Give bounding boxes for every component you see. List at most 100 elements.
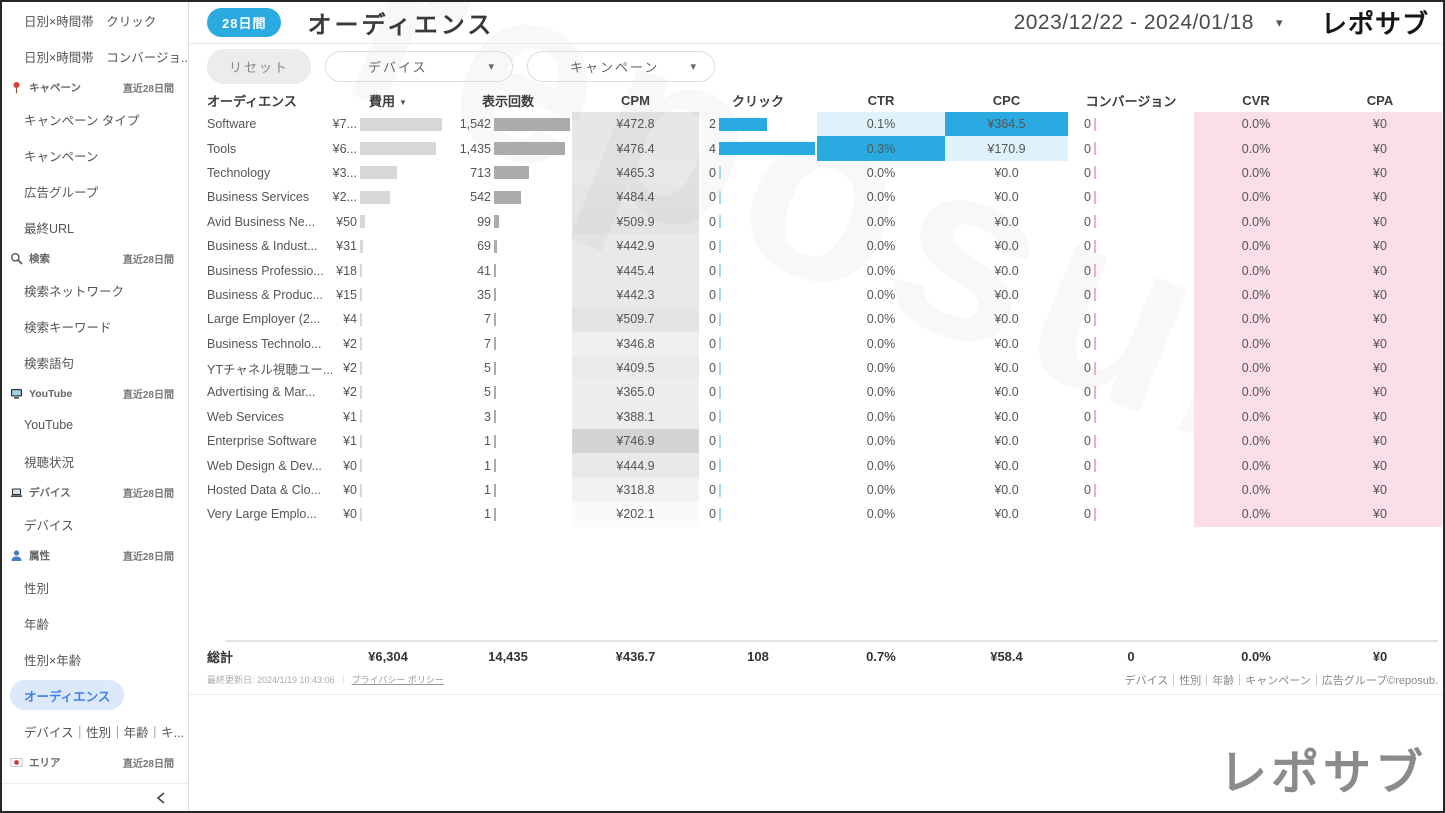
privacy-policy-link[interactable]: プライバシー ポリシー [352,673,444,686]
cpm-cell: ¥318.8 [572,478,699,502]
conversions-value: 0 [1068,385,1091,399]
totals-label: 総計 [207,642,332,672]
sidebar-item[interactable]: 検索語句 [2,344,188,380]
cost-bar [360,459,362,472]
conversions-cell: 0 [1068,332,1194,356]
sidebar-item[interactable]: 広告グループ [2,173,188,209]
column-header[interactable]: CTR [817,93,945,108]
impressions-value: 1,435 [444,142,491,156]
cpc-cell: ¥0.0 [945,478,1068,502]
sidebar-item[interactable]: キャンペーン [2,137,188,173]
reset-button[interactable]: リセット [207,49,311,84]
date-range-picker[interactable]: 2023/12/22 - 2024/01/18 ▾ [1014,11,1283,35]
column-header[interactable]: 費用▼ [332,91,444,110]
sidebar-section-laptop-icon: デバイス直近28日間 [2,479,188,506]
sidebar-section-period: 直近28日間 [123,548,174,563]
table-body: Software¥7...1,542¥472.820.1%¥364.500.0%… [207,112,1443,527]
campaign-filter-select[interactable]: キャンペーン ▾ [527,51,715,82]
impressions-value: 41 [444,264,491,278]
ctr-cell: 0.0% [817,185,945,209]
clicks-bar [719,459,721,472]
cpm-cell: ¥445.4 [572,258,699,282]
sidebar-item[interactable]: 最終URL [2,209,188,245]
cvr-cell: 0.0% [1194,502,1318,526]
sidebar-item[interactable]: 性別 [2,569,188,605]
cost-cell: ¥2 [332,356,444,380]
column-header[interactable]: CPC [945,93,1068,108]
cvr-cell: 0.0% [1194,283,1318,307]
person-icon [10,549,23,562]
clicks-bar [719,191,721,204]
conversions-bar [1094,240,1096,253]
table-footer: 最終更新日: 2024/1/19 10:43:06 ｜ プライバシー ポリシー … [189,672,1443,695]
column-header[interactable]: CPM [572,93,699,108]
sidebar-item[interactable]: 都道府県 [2,776,188,783]
table-row: Software¥7...1,542¥472.820.1%¥364.500.0%… [207,112,1443,136]
table-header-row: オーディエンス費用▼表示回数CPMクリックCTRCPCコンバージョンCVRCPA [207,88,1443,112]
sidebar-item-label: 日別×時間帯 コンバージョ... [10,41,188,71]
clicks-cell: 0 [699,307,817,331]
totals-value: 0.7% [817,642,945,672]
totals-value: 0 [1068,642,1194,672]
cpm-cell: ¥746.9 [572,429,699,453]
sidebar-item[interactable]: キャンペーン タイプ [2,101,188,137]
ctr-cell: 0.0% [817,258,945,282]
period-badge[interactable]: 28日間 [207,8,281,37]
clicks-bar [719,484,721,497]
impressions-bar [494,313,496,326]
sidebar-item[interactable]: YouTube [2,407,188,443]
column-header[interactable]: CPA [1318,93,1442,108]
impressions-value: 1 [444,459,491,473]
clicks-value: 0 [699,312,716,326]
sidebar-section-label: 検索 [29,251,50,266]
sidebar-item[interactable]: デバイス [2,506,188,542]
table-row: Business Technolo...¥27¥346.800.0%¥0.000… [207,332,1443,356]
brand-logo: レポサブ [1321,4,1429,41]
sidebar-item[interactable]: 検索ネットワーク [2,272,188,308]
cpa-cell: ¥0 [1318,380,1442,404]
sidebar-item[interactable]: オーディエンス [2,677,188,713]
sidebar-section-search-icon: 検索直近28日間 [2,245,188,272]
clicks-value: 0 [699,434,716,448]
cpc-cell: ¥0.0 [945,380,1068,404]
column-header[interactable]: クリック [699,91,817,110]
cost-bar [360,264,362,277]
sidebar-collapse-button[interactable] [2,783,188,811]
conversions-value: 0 [1068,190,1091,204]
device-filter-label: デバイス [368,57,428,76]
table-row: YTチャネル視聴ユー...¥25¥409.500.0%¥0.000.0%¥0 [207,356,1443,380]
conversions-cell: 0 [1068,234,1194,258]
audience-name: Tools [207,136,332,160]
cost-cell: ¥0 [332,478,444,502]
sidebar-section-flag-icon: エリア直近28日間 [2,749,188,776]
cost-cell: ¥15 [332,283,444,307]
column-header[interactable]: オーディエンス [207,91,332,110]
sidebar-item[interactable]: 検索キーワード [2,308,188,344]
sidebar-item[interactable]: 視聴状況 [2,443,188,479]
sidebar-item[interactable]: 性別×年齢 [2,641,188,677]
table-row: Web Services¥13¥388.100.0%¥0.000.0%¥0 [207,405,1443,429]
ctr-cell: 0.0% [817,356,945,380]
impressions-cell: 35 [444,283,572,307]
device-filter-select[interactable]: デバイス ▾ [325,51,513,82]
cost-cell: ¥18 [332,258,444,282]
column-header[interactable]: コンバージョン [1068,91,1194,110]
sidebar-item[interactable]: 日別×時間帯 クリック [2,2,188,38]
impressions-bar [494,118,570,131]
sidebar-item[interactable]: 日別×時間帯 コンバージョ... [2,38,188,74]
sidebar-item[interactable]: デバイス｜性別｜年齢｜キ... [2,713,188,749]
cpc-cell: ¥0.0 [945,502,1068,526]
impressions-value: 7 [444,312,491,326]
cvr-cell: 0.0% [1194,307,1318,331]
ctr-cell: 0.0% [817,161,945,185]
conversions-value: 0 [1068,337,1091,351]
column-header[interactable]: 表示回数 [444,91,572,110]
main-content: reposub 28日間 オーディエンス 2023/12/22 - 2024/0… [189,2,1443,811]
clicks-value: 0 [699,166,716,180]
clicks-value: 0 [699,483,716,497]
audience-table: オーディエンス費用▼表示回数CPMクリックCTRCPCコンバージョンCVRCPA… [189,88,1443,672]
impressions-value: 69 [444,239,491,253]
column-header[interactable]: CVR [1194,93,1318,108]
impressions-cell: 1,435 [444,136,572,160]
sidebar-item[interactable]: 年齢 [2,605,188,641]
